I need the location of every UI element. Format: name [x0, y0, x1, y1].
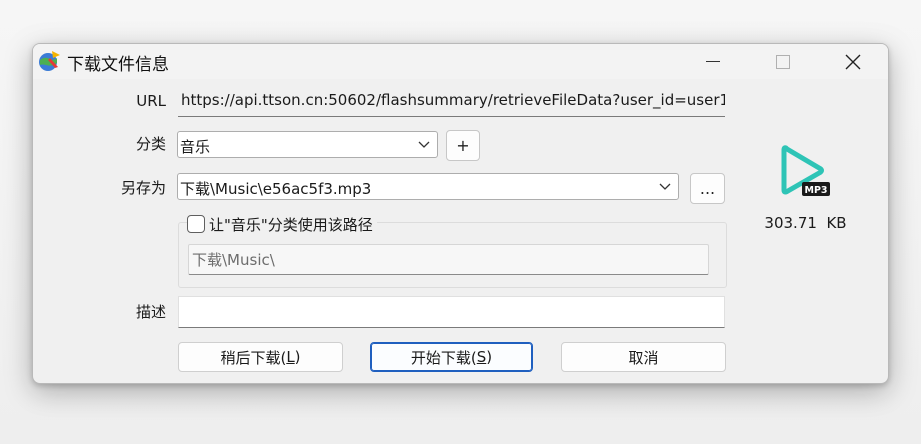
- start-download-button[interactable]: 开始下载(S): [370, 342, 533, 372]
- download-file-info-dialog: 下载文件信息 URL https://api.ttson.cn:50602/fl…: [32, 43, 889, 384]
- ellipsis-label: ...: [699, 179, 716, 198]
- close-button[interactable]: [818, 44, 888, 79]
- chevron-down-icon: [418, 141, 430, 148]
- url-field[interactable]: https://api.ttson.cn:50602/flashsummary/…: [178, 86, 725, 117]
- mp3-file-icon: MP3: [781, 145, 830, 196]
- download-later-key: L: [286, 348, 295, 366]
- minimize-icon: [706, 61, 720, 62]
- start-download-suffix: ): [486, 348, 493, 366]
- close-icon: [845, 54, 861, 69]
- title-bar[interactable]: 下载文件信息: [33, 44, 888, 79]
- maximize-icon: [776, 54, 790, 69]
- add-category-button[interactable]: +: [446, 130, 480, 161]
- file-size: 303.71 KB: [764, 214, 847, 232]
- idm-globe-icon: [39, 51, 60, 71]
- url-value: https://api.ttson.cn:50602/flashsummary/…: [181, 91, 725, 109]
- category-path-field: 下载\Music\: [188, 244, 709, 275]
- browse-button[interactable]: ...: [690, 173, 725, 204]
- description-input[interactable]: [178, 296, 725, 328]
- cancel-button[interactable]: 取消: [561, 342, 726, 372]
- category-select[interactable]: 音乐: [177, 131, 438, 158]
- save-as-value: 下载\Music\e56ac5f3.mp3: [180, 180, 372, 198]
- remember-path-option[interactable]: 让"音乐"分类使用该路径: [187, 213, 377, 235]
- url-label: URL: [136, 92, 166, 110]
- chevron-down-icon: [659, 183, 671, 190]
- start-download-key: S: [476, 348, 487, 366]
- description-label: 描述: [135, 303, 166, 321]
- cancel-label: 取消: [628, 348, 659, 367]
- category-path-value: 下载\Music\: [192, 251, 275, 269]
- svg-text:MP3: MP3: [804, 185, 827, 196]
- download-later-button[interactable]: 稍后下载(L): [178, 342, 343, 372]
- window-title: 下载文件信息: [67, 55, 169, 75]
- save-as-label: 另存为: [120, 179, 166, 197]
- save-as-combo[interactable]: 下载\Music\e56ac5f3.mp3: [177, 173, 679, 200]
- category-label: 分类: [135, 135, 166, 153]
- download-later-suffix: ): [294, 348, 301, 366]
- maximize-button[interactable]: [748, 44, 818, 79]
- minimize-button[interactable]: [678, 44, 748, 79]
- start-download-text: 开始下载(: [410, 348, 477, 367]
- remember-path-checkbox[interactable]: [187, 215, 205, 233]
- category-value: 音乐: [180, 138, 211, 156]
- plus-label: +: [456, 136, 470, 155]
- remember-path-label: 让"音乐"分类使用该路径: [209, 215, 373, 234]
- download-later-text: 稍后下载(: [220, 348, 287, 367]
